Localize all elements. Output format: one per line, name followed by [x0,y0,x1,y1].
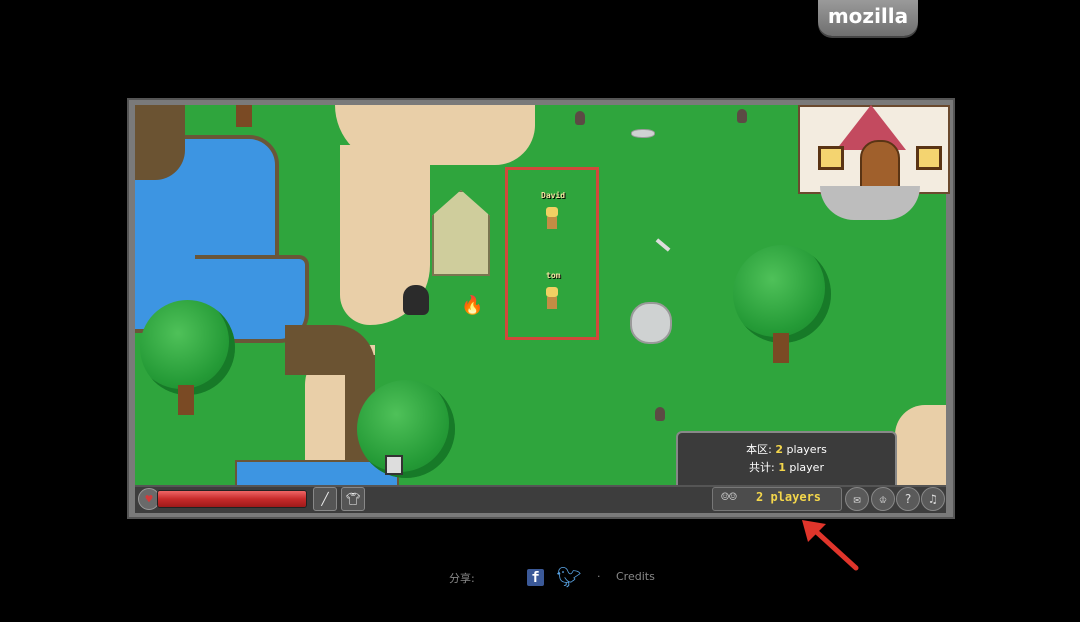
total-label: 共计: [749,461,779,474]
lamp-post [385,455,403,475]
twitter-icon[interactable]: 🐦︎ [556,566,582,588]
rock [630,302,672,344]
player-tom[interactable] [545,287,559,313]
armor-icon[interactable]: 👕︎ [341,487,365,511]
house-window [916,146,942,170]
rat-mob[interactable] [737,109,747,123]
stone [631,129,655,138]
campfire: 🔥 [461,295,484,316]
share-label: 分享: [449,572,475,585]
chat-icon[interactable]: ✉ [845,487,869,511]
rat-mob[interactable] [655,407,665,421]
annotation-arrow [802,520,859,571]
house-window [818,146,844,170]
tree [733,245,833,375]
house-door[interactable] [860,140,900,190]
trophy-icon[interactable]: ♔ [871,487,895,511]
mozilla-tab[interactable]: mozilla [818,0,918,36]
population-button-label[interactable]: 2 players [756,490,821,504]
sword-icon[interactable]: ╱ [313,487,337,511]
player-name-david: David [541,191,566,200]
tent [432,190,490,276]
tree [140,300,240,430]
local-label: 本区: [746,443,776,456]
cliff [135,105,185,180]
player-david[interactable] [545,207,559,233]
total-count: 1 [778,461,786,474]
footer-separator: · [597,570,601,583]
population-popup: 本区: 2 players 共计: 1 player [676,431,897,485]
sand-patch [895,405,946,485]
local-count: 2 [775,443,784,456]
octocat-npc[interactable] [403,285,429,315]
total-unit: player [785,461,824,474]
help-icon[interactable]: ? [896,487,920,511]
tree [357,380,457,485]
player-name-tom: tom [546,271,561,280]
rat-mob[interactable] [575,111,585,125]
sword-loot-icon[interactable] [655,238,671,252]
health-bar [157,490,307,508]
tree-trunk [230,105,260,130]
health-bar-fill [158,491,306,507]
facebook-icon[interactable]: f [527,569,544,586]
speaker-icon[interactable]: ♫ [921,487,945,511]
local-unit: players [783,443,827,456]
players-icon: ☺☺ [721,490,737,505]
credits-link[interactable]: Credits [616,570,655,583]
